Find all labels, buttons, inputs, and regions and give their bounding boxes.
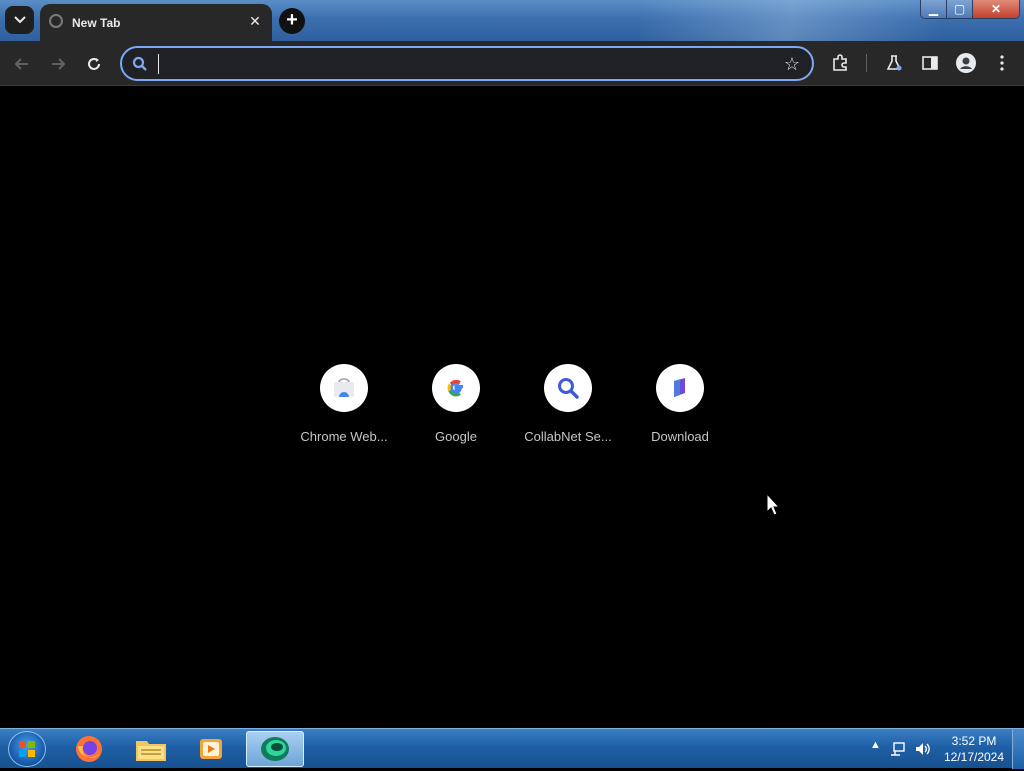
clock-time: 3:52 PM bbox=[951, 734, 997, 748]
new-tab-page: Chrome Web... Google CollabNet Se... Dow… bbox=[0, 86, 1024, 728]
show-desktop-button[interactable] bbox=[1012, 729, 1024, 769]
menu-button[interactable] bbox=[991, 52, 1013, 74]
reload-button[interactable] bbox=[82, 52, 106, 76]
start-button[interactable] bbox=[8, 731, 46, 767]
media-player-icon bbox=[200, 739, 222, 759]
shortcut-collabnet-search[interactable]: CollabNet Se... bbox=[513, 364, 623, 448]
star-icon[interactable]: ☆ bbox=[784, 54, 800, 75]
arrow-right-icon bbox=[52, 58, 65, 70]
profile-button[interactable] bbox=[955, 52, 977, 74]
tab-new-tab[interactable]: New Tab ✕ bbox=[40, 4, 272, 41]
taskbar-clock[interactable]: 3:52 PM 12/17/2024 bbox=[938, 733, 1010, 765]
shortcut-chrome-web-store[interactable]: Chrome Web... bbox=[289, 364, 399, 448]
aero-glow bbox=[640, 0, 940, 41]
chevron-down-icon bbox=[13, 16, 26, 24]
taskbar-file-explorer[interactable] bbox=[122, 731, 180, 767]
windows-logo-icon bbox=[19, 741, 35, 757]
side-panel-icon bbox=[922, 56, 938, 70]
tab-search-button[interactable] bbox=[5, 6, 34, 34]
omnibox[interactable]: ☆ bbox=[120, 46, 814, 81]
back-button[interactable] bbox=[10, 52, 34, 76]
tab-title: New Tab bbox=[72, 16, 121, 30]
maximize-button[interactable]: ▢ bbox=[947, 0, 973, 18]
tab-close-button[interactable]: ✕ bbox=[246, 12, 264, 30]
volume-icon[interactable] bbox=[914, 741, 932, 760]
shortcut-label: Google bbox=[435, 429, 477, 444]
toolbar-separator bbox=[866, 54, 867, 72]
minimize-button[interactable]: ▁ bbox=[921, 0, 947, 18]
windows-taskbar: ▲ 3:52 PM 12/17/2024 bbox=[0, 728, 1024, 769]
search-icon bbox=[132, 56, 147, 71]
omnibox-input[interactable] bbox=[156, 53, 756, 75]
forward-button[interactable] bbox=[46, 52, 70, 76]
mouse-cursor-icon bbox=[766, 493, 780, 516]
profile-icon bbox=[956, 53, 976, 73]
network-icon[interactable] bbox=[890, 741, 906, 760]
arrow-left-icon bbox=[15, 58, 28, 70]
shortcut-label: Chrome Web... bbox=[300, 429, 388, 444]
new-tab-button[interactable]: + bbox=[279, 8, 305, 34]
shortcut-label: Download bbox=[651, 429, 709, 444]
side-panel-button[interactable] bbox=[919, 52, 941, 74]
shortcut-label: CollabNet Se... bbox=[524, 429, 612, 444]
taskbar-firefox[interactable] bbox=[60, 731, 118, 767]
shortcut-google[interactable]: Google bbox=[401, 364, 511, 448]
reload-icon bbox=[88, 58, 100, 70]
browser-toolbar: ☆ bbox=[0, 41, 1024, 86]
flask-icon bbox=[886, 55, 902, 71]
shortcut-download[interactable]: Download bbox=[625, 364, 735, 448]
collabnet-search-icon bbox=[544, 364, 592, 412]
taskbar-media-player[interactable] bbox=[182, 731, 240, 767]
labs-button[interactable] bbox=[883, 52, 905, 74]
close-window-button[interactable]: ✕ bbox=[973, 0, 1019, 18]
chrome-web-store-icon bbox=[320, 364, 368, 412]
text-cursor bbox=[158, 54, 159, 74]
extensions-button[interactable] bbox=[829, 52, 851, 74]
show-hidden-icons-button[interactable]: ▲ bbox=[870, 739, 881, 751]
clock-date: 12/17/2024 bbox=[943, 750, 1005, 764]
firefox-icon bbox=[76, 736, 102, 762]
app-active-icon bbox=[261, 737, 289, 761]
browser-titlebar: New Tab ✕ + ▁ ▢ ✕ bbox=[0, 0, 1024, 41]
window-controls: ▁ ▢ ✕ bbox=[920, 0, 1020, 19]
taskbar-active-app[interactable] bbox=[246, 731, 304, 767]
file-explorer-icon bbox=[136, 741, 166, 761]
more-vert-icon bbox=[1000, 55, 1004, 71]
puzzle-icon bbox=[833, 54, 847, 71]
globe-icon bbox=[49, 14, 63, 28]
download-icon bbox=[656, 364, 704, 412]
google-icon bbox=[432, 364, 480, 412]
